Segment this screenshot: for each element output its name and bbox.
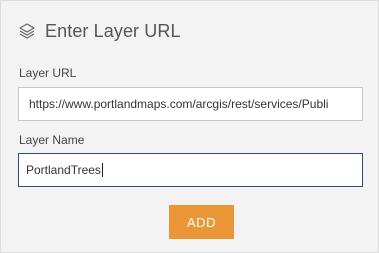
- panel-header: Enter Layer URL: [18, 19, 181, 43]
- layer-url-input[interactable]: https://www.portlandmaps.com/arcgis/rest…: [18, 87, 363, 121]
- text-caret: [101, 162, 103, 177]
- enter-layer-url-panel: Enter Layer URL Layer URL https://www.po…: [0, 0, 379, 253]
- layer-name-label: Layer Name: [19, 133, 85, 147]
- layer-url-value: https://www.portlandmaps.com/arcgis/rest…: [29, 97, 329, 111]
- layer-url-label: Layer URL: [19, 66, 77, 80]
- layer-name-input[interactable]: PortlandTrees: [18, 153, 363, 187]
- add-button[interactable]: ADD: [169, 205, 234, 239]
- layer-name-value: PortlandTrees: [26, 163, 101, 177]
- layers-icon: [18, 22, 36, 40]
- panel-title: Enter Layer URL: [45, 20, 181, 41]
